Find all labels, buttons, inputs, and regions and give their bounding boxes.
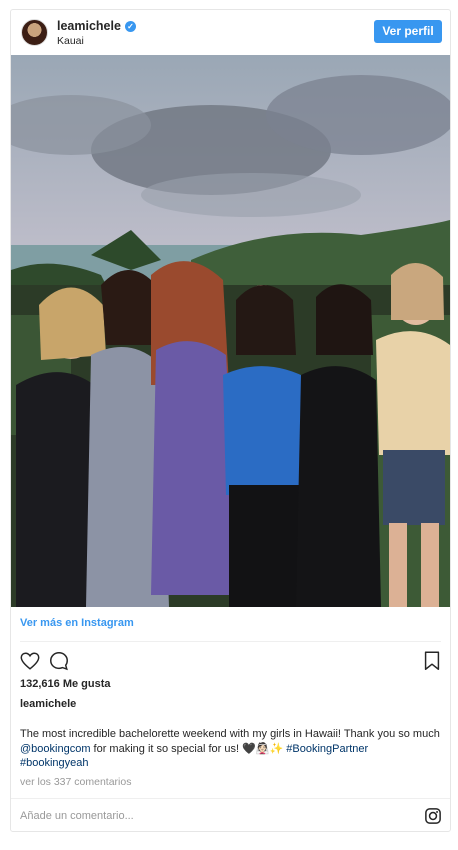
- username-row: leamichele ✓: [57, 19, 136, 33]
- caption-username[interactable]: leamichele: [20, 698, 76, 710]
- view-comments-link[interactable]: ver los 337 comentarios: [20, 776, 131, 788]
- username[interactable]: leamichele: [57, 19, 121, 33]
- view-profile-button[interactable]: Ver perfil: [374, 20, 442, 43]
- bookmark-icon[interactable]: [422, 650, 442, 672]
- likes-count[interactable]: 132,616 Me gusta: [20, 678, 111, 690]
- location[interactable]: Kauai: [57, 35, 84, 47]
- caption-text: The most incredible bachelorette weekend…: [20, 728, 440, 740]
- instagram-embed-card: leamichele ✓ Kauai Ver perfil Ver más en…: [10, 9, 451, 832]
- divider: [11, 798, 450, 799]
- view-more-on-instagram-link[interactable]: Ver más en Instagram: [20, 617, 134, 629]
- comment-bubble-icon[interactable]: [48, 650, 70, 672]
- caption-text-continued: for making it so special for us! 🖤👰🏻✨: [90, 742, 287, 755]
- mention-link[interactable]: @bookingcom: [20, 743, 90, 755]
- caption: The most incredible bachelorette weekend…: [20, 727, 440, 771]
- post-header: leamichele ✓ Kauai Ver perfil: [11, 10, 450, 55]
- add-comment-input[interactable]: Añade un comentario...: [20, 810, 134, 822]
- hashtag-link[interactable]: #bookingyeah: [20, 757, 89, 769]
- heart-icon[interactable]: [19, 650, 41, 672]
- action-bar: [11, 650, 450, 674]
- instagram-icon[interactable]: [424, 807, 442, 825]
- avatar[interactable]: [21, 19, 48, 46]
- post-photo[interactable]: [11, 55, 450, 607]
- group-photo-image: [11, 55, 450, 607]
- verified-icon: ✓: [124, 20, 136, 32]
- divider: [20, 641, 441, 642]
- hashtag-link[interactable]: #BookingPartner: [286, 743, 368, 755]
